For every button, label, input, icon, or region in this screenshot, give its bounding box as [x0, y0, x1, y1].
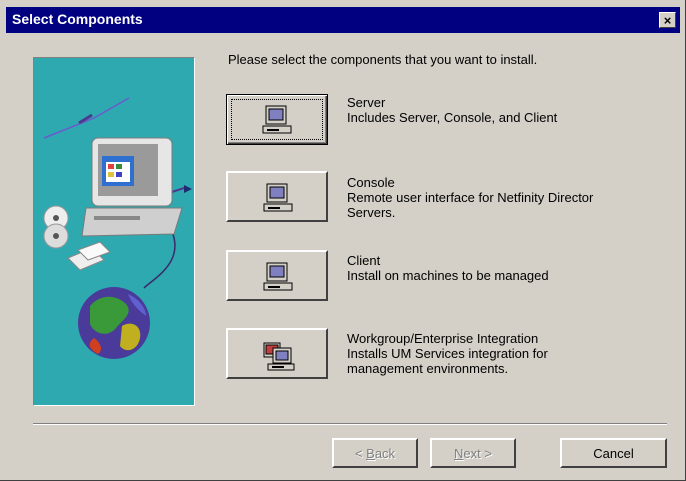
- option-title: Server: [347, 95, 386, 110]
- option-description: management environments.: [347, 361, 509, 376]
- client-option-text: Client Install on machines to be managed: [347, 253, 549, 283]
- option-description: Installs UM Services integration for: [347, 346, 548, 361]
- client-option-button[interactable]: [226, 250, 328, 301]
- option-description: Install on machines to be managed: [347, 268, 549, 283]
- integration-option-button[interactable]: [226, 328, 328, 379]
- server-option-text: Server Includes Server, Console, and Cli…: [347, 95, 557, 125]
- back-mnemonic: B: [366, 445, 375, 461]
- network-computers-icon: [263, 342, 295, 371]
- computer-icon: [263, 262, 293, 291]
- window-title: Select Components: [12, 11, 143, 27]
- back-button[interactable]: < Back: [332, 438, 418, 468]
- server-option-button[interactable]: [226, 94, 328, 145]
- integration-option-text: Workgroup/Enterprise Integration Install…: [347, 331, 548, 376]
- cancel-button[interactable]: Cancel: [560, 438, 667, 468]
- option-title: Console: [347, 175, 395, 190]
- separator: [33, 423, 667, 425]
- close-button[interactable]: ×: [659, 12, 676, 28]
- option-description: Servers.: [347, 205, 396, 220]
- option-description: Remote user interface for Netfinity Dire…: [347, 190, 594, 205]
- computer-globe-illustration: [43, 97, 192, 359]
- computer-icon: [262, 105, 292, 134]
- option-description: Includes Server, Console, and Client: [347, 110, 558, 125]
- console-option-button[interactable]: [226, 171, 328, 222]
- select-components-dialog: Select Components × Please select the co…: [0, 0, 686, 481]
- computer-icon: [263, 183, 293, 212]
- setup-illustration: [33, 57, 195, 406]
- instruction-text: Please select the components that you wa…: [228, 52, 538, 67]
- next-rest: ext >: [463, 445, 492, 461]
- back-rest: ack: [374, 445, 396, 461]
- option-title: Client: [347, 253, 381, 268]
- console-option-text: Console Remote user interface for Netfin…: [347, 175, 593, 220]
- option-title: Workgroup/Enterprise Integration: [347, 331, 539, 346]
- next-button[interactable]: Next >: [430, 438, 516, 468]
- title-bar[interactable]: Select Components ×: [6, 7, 680, 33]
- next-mnemonic: N: [454, 445, 464, 461]
- back-prefix: <: [354, 445, 367, 461]
